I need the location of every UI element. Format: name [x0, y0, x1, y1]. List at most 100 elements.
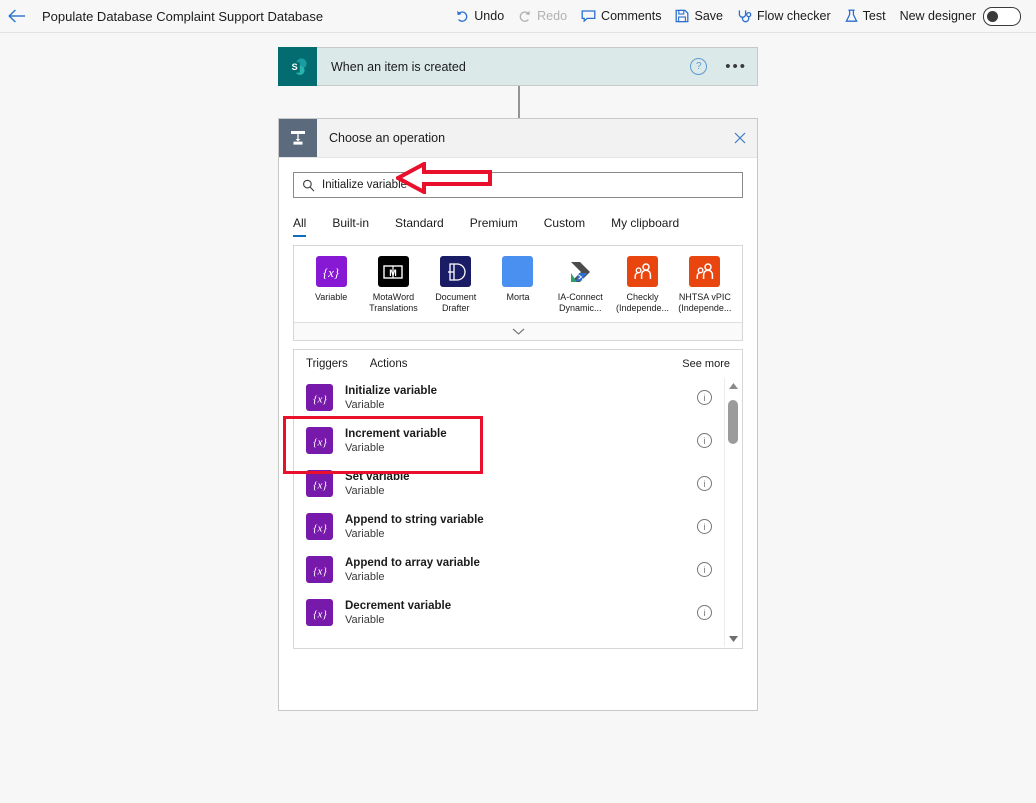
result-row-initialize-variable[interactable]: {x} Initialize variable Variable i — [294, 376, 742, 419]
tab-premium[interactable]: Premium — [470, 210, 518, 237]
connectors-grid: {x} Variable M MotaWord Translations Doc… — [294, 246, 742, 322]
tab-premium-label: Premium — [469, 216, 518, 230]
svg-text:M: M — [390, 268, 398, 278]
result-subtitle: Variable — [345, 527, 385, 540]
info-icon[interactable]: i — [697, 519, 712, 534]
category-tabs: All Built-in Standard Premium Custom My … — [279, 210, 757, 237]
help-icon[interactable]: ? — [690, 58, 708, 75]
result-subtitle: Variable — [345, 398, 385, 411]
search-area — [279, 158, 757, 198]
choose-operation-panel: Choose an operation All — [278, 118, 758, 711]
tab-built-in-label: Built-in — [332, 216, 370, 230]
info-icon[interactable]: i — [697, 476, 712, 491]
variable-icon: {x} — [306, 384, 333, 411]
flask-icon — [844, 9, 858, 23]
tab-built-in[interactable]: Built-in — [332, 210, 369, 237]
ellipsis-icon[interactable]: ••• — [725, 59, 747, 74]
svg-text:S: S — [291, 62, 297, 72]
chevron-down-icon[interactable] — [294, 322, 742, 340]
tab-custom-label: Custom — [543, 216, 586, 230]
variable-icon: {x} — [306, 470, 333, 497]
svg-text:{x}: {x} — [313, 608, 327, 620]
result-row-append-to-array-variable[interactable]: {x} Append to array variable Variable i — [294, 548, 742, 591]
result-row-increment-variable[interactable]: {x} Increment variable Variable i — [294, 419, 742, 462]
test-button[interactable]: Test — [838, 0, 893, 32]
scroll-up-icon[interactable] — [725, 378, 741, 394]
see-more-link[interactable]: See more — [682, 358, 730, 376]
connector-document-drafter[interactable]: Document Drafter — [425, 256, 487, 314]
connector-variable[interactable]: {x} Variable — [300, 256, 362, 314]
results-scrollbar[interactable] — [724, 378, 741, 647]
scroll-down-icon[interactable] — [725, 631, 741, 647]
result-text: Increment variable Variable — [345, 427, 697, 455]
connector-checkly-label: Checkly (Independe... — [616, 292, 670, 313]
connector-motaword-label: MotaWord Translations — [369, 292, 418, 313]
tab-standard-label: Standard — [395, 216, 444, 230]
stethoscope-icon — [737, 9, 752, 23]
connector-checkly[interactable]: Checkly (Independe... — [611, 256, 673, 314]
connectors-panel: {x} Variable M MotaWord Translations Doc… — [293, 245, 743, 341]
result-title: Decrement variable — [345, 599, 452, 612]
morta-icon — [502, 256, 534, 287]
scrollbar-thumb[interactable] — [728, 400, 738, 444]
undo-button[interactable]: Undo — [448, 0, 511, 32]
tab-standard[interactable]: Standard — [395, 210, 444, 237]
result-row-set-variable[interactable]: {x} Set variable Variable i — [294, 462, 742, 505]
comments-label: Comments — [601, 9, 662, 23]
connector-nhtsa-vpic-label: NHTSA vPIC (Independe... — [678, 292, 732, 313]
close-icon[interactable] — [723, 119, 757, 157]
top-command-bar-right: Undo Redo Comments Save Flow checker Tes… — [448, 0, 1028, 32]
trigger-actions: ? ••• — [690, 58, 747, 75]
panel-header: Choose an operation — [279, 119, 757, 158]
new-designer-switch[interactable] — [983, 6, 1021, 26]
trigger-card[interactable]: S When an item is created ? ••• — [278, 47, 758, 86]
connector-document-drafter-label: Document Drafter — [435, 292, 477, 313]
result-subtitle: Variable — [345, 441, 385, 454]
save-button[interactable]: Save — [668, 0, 730, 32]
svg-text:{x}: {x} — [323, 265, 340, 280]
motaword-icon: M — [377, 256, 409, 287]
variable-icon: {x} — [306, 599, 333, 626]
flow-canvas: S When an item is created ? ••• Choose a… — [0, 33, 1036, 803]
top-command-bar: Populate Database Complaint Support Data… — [0, 0, 1036, 33]
connector-ia-connect-dynamic[interactable]: IA-Connect Dynamic... — [549, 256, 611, 314]
tab-triggers[interactable]: Triggers — [306, 358, 348, 376]
flow-checker-button[interactable]: Flow checker — [730, 0, 838, 32]
connector-ia-connect-label: IA-Connect Dynamic... — [557, 292, 603, 313]
tab-my-clipboard[interactable]: My clipboard — [611, 210, 679, 237]
result-row-append-to-string-variable[interactable]: {x} Append to string variable Variable i — [294, 505, 742, 548]
variable-icon: {x} — [306, 427, 333, 454]
test-label: Test — [862, 9, 886, 23]
tab-all[interactable]: All — [293, 210, 307, 237]
svg-text:{x}: {x} — [313, 479, 327, 491]
redo-label: Redo — [537, 9, 568, 23]
redo-button[interactable]: Redo — [511, 0, 574, 32]
tab-custom[interactable]: Custom — [544, 210, 585, 237]
nhtsa-vpic-icon — [689, 256, 721, 287]
info-icon[interactable]: i — [697, 390, 712, 405]
info-icon[interactable]: i — [697, 562, 712, 577]
comments-button[interactable]: Comments — [574, 0, 668, 32]
undo-label: Undo — [474, 9, 505, 23]
search-icon — [294, 179, 322, 192]
connector-morta-label: Morta — [506, 292, 530, 302]
connector-nhtsa-vpic[interactable]: NHTSA vPIC (Independe... — [674, 256, 736, 314]
result-row-decrement-variable[interactable]: {x} Decrement variable Variable i — [294, 591, 742, 634]
new-designer-toggle[interactable]: New designer — [893, 0, 1028, 32]
tab-actions-label: Actions — [369, 358, 408, 370]
back-arrow-icon[interactable] — [0, 0, 34, 32]
search-input[interactable] — [322, 175, 742, 195]
svg-text:{x}: {x} — [313, 436, 327, 448]
connector-morta[interactable]: Morta — [487, 256, 549, 314]
variable-icon: {x} — [306, 513, 333, 540]
info-icon[interactable]: i — [697, 433, 712, 448]
scrollbar-track[interactable] — [725, 394, 741, 631]
svg-text:{x}: {x} — [313, 522, 327, 534]
flow-checker-label: Flow checker — [756, 9, 831, 23]
undo-icon — [455, 9, 469, 23]
redo-icon — [518, 9, 532, 23]
info-icon[interactable]: i — [697, 605, 712, 620]
search-box[interactable] — [293, 172, 743, 198]
tab-actions[interactable]: Actions — [370, 358, 408, 376]
connector-motaword-translations[interactable]: M MotaWord Translations — [362, 256, 424, 314]
